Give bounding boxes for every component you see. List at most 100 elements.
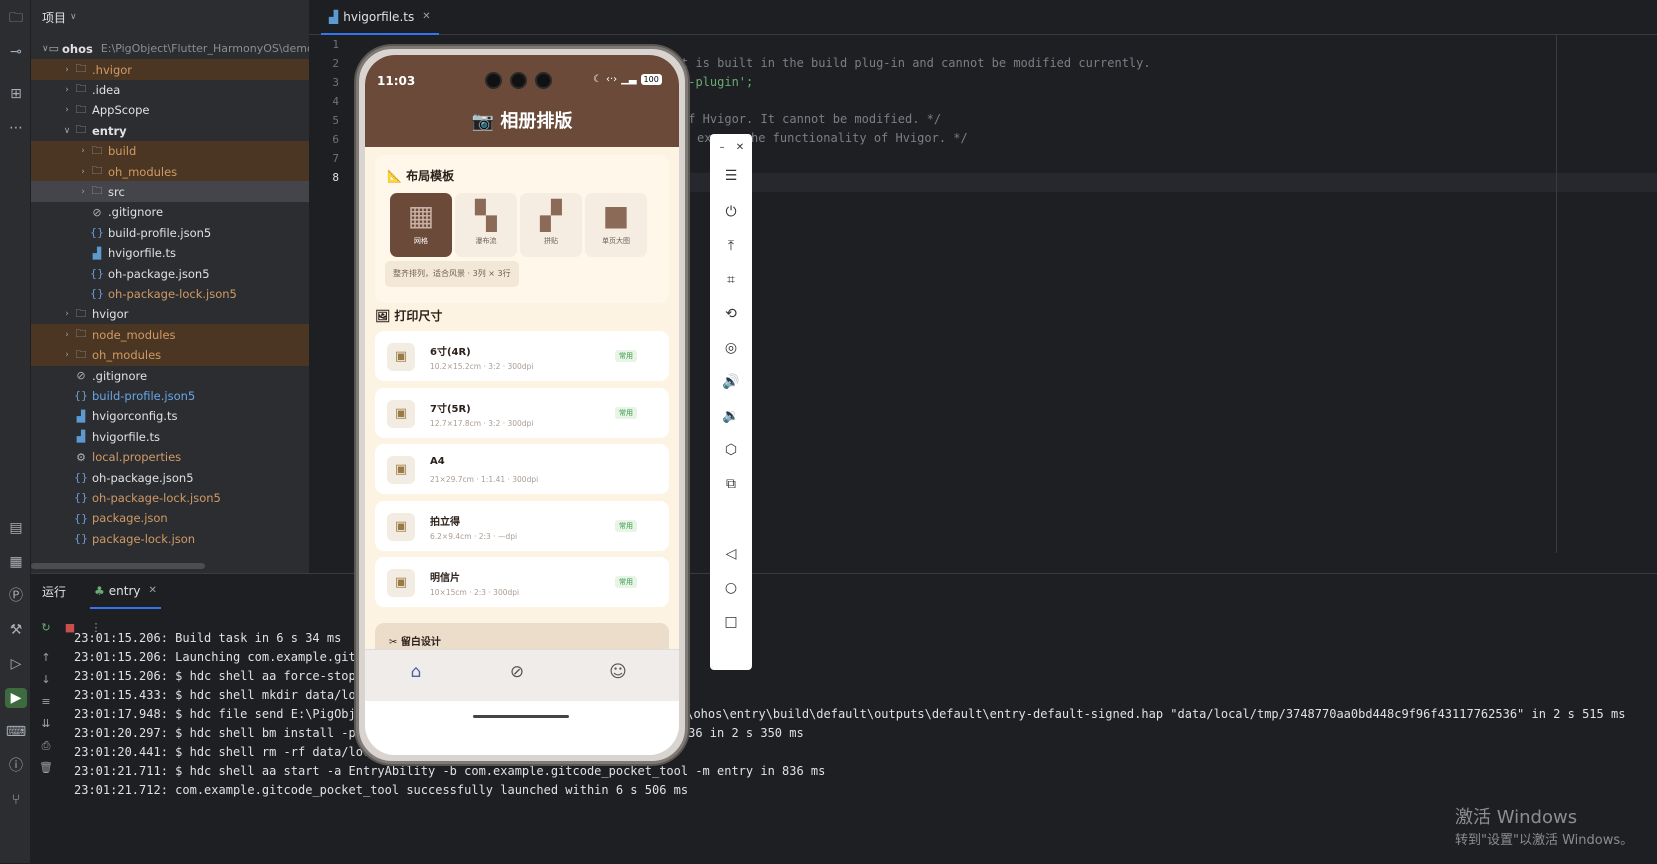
tab-entry[interactable]: ♣ entry ✕ <box>90 574 161 609</box>
chevron-right-icon[interactable]: › <box>61 309 73 319</box>
tree-item[interactable]: › 🗀 build <box>31 140 309 162</box>
back-icon[interactable]: ◁ <box>721 544 741 564</box>
tree-item[interactable]: ▟ hvigorfile.ts <box>31 243 309 264</box>
git-branch-icon[interactable]: ⑂ <box>5 790 27 810</box>
commit-icon[interactable]: ⊸ <box>5 42 27 62</box>
tree-item[interactable]: › 🗀 .hvigor <box>31 59 309 80</box>
tree-item[interactable]: {} oh-package-lock.json5 <box>31 487 309 508</box>
crop-icon[interactable]: ⌗ <box>721 270 741 290</box>
camera-icon <box>535 72 552 89</box>
structure-icon[interactable]: ⊞ <box>5 84 27 104</box>
notes-icon[interactable]: ▤ <box>5 518 27 538</box>
project-header[interactable]: 项目 ∨ <box>31 0 309 34</box>
layout-icon[interactable]: ▦ <box>5 552 27 572</box>
home-icon[interactable]: ⌂ <box>406 662 426 682</box>
chevron-right-icon[interactable]: › <box>61 105 73 115</box>
more-icon[interactable]: ⋯ <box>5 118 27 138</box>
tree-item[interactable]: › 🗀 AppScope <box>31 100 309 121</box>
print-size-item[interactable]: ▣ A4 21×29.7cm · 1:1.41 · 300dpi <box>375 444 669 494</box>
code-line[interactable]: he functionality of Hvigor. */ <box>751 131 968 145</box>
tab-hvigorfile[interactable]: ▟ hvigorfile.ts ✕ <box>321 0 439 35</box>
tree-item[interactable]: ∨ 🗀 entry <box>31 120 309 141</box>
tree-item[interactable]: ⊘ .gitignore <box>31 202 309 223</box>
project-folder-icon[interactable]: 🗀 <box>5 8 27 28</box>
print-size-item[interactable]: ▣ 明信片 10×15cm · 2:3 · 300dpi 常用 <box>375 557 669 607</box>
profiler-icon[interactable]: Ⓟ <box>5 586 27 606</box>
tree-item-label: package-lock.json <box>92 531 196 546</box>
chevron-right-icon[interactable]: › <box>77 146 89 156</box>
upload-icon[interactable]: ⤒ <box>721 236 741 256</box>
tree-item[interactable]: {} package.json <box>31 508 309 529</box>
template-collage[interactable]: ▞ 拼贴 <box>520 193 582 257</box>
chevron-down-icon[interactable]: ∨ <box>61 126 73 136</box>
tree-item[interactable]: › 🗀 oh_modules <box>31 161 309 182</box>
tree-item[interactable]: {} oh-package.json5 <box>31 467 309 488</box>
soft-wrap-icon[interactable]: ≡ <box>39 695 53 709</box>
tree-item-label: hvigor <box>92 307 129 322</box>
chevron-right-icon[interactable]: › <box>61 350 73 360</box>
tree-item[interactable]: {} build-profile.json5 <box>31 385 309 406</box>
tree-item[interactable]: ▟ hvigorconfig.ts <box>31 406 309 427</box>
code-line[interactable]: of Hvigor. It cannot be modified. */ <box>681 112 941 126</box>
home-button-icon[interactable]: ○ <box>721 578 741 598</box>
terminal-icon[interactable]: ⌨ <box>5 722 27 742</box>
scroll-down-icon[interactable]: ↓ <box>39 673 53 687</box>
print-icon[interactable]: ⎙ <box>39 739 53 753</box>
close-icon[interactable]: ✕ <box>730 138 750 158</box>
close-icon[interactable]: ✕ <box>149 585 157 596</box>
tree-item[interactable]: {} oh-package.json5 <box>31 263 309 284</box>
shake-icon[interactable]: ⬡ <box>721 440 741 460</box>
tree-item[interactable]: › 🗀 hvigor <box>31 304 309 325</box>
module-icon: ♣ <box>94 583 105 598</box>
print-size-item[interactable]: ▣ 7寸(5R) 12.7×17.8cm · 3:2 · 300dpi 常用 <box>375 387 669 438</box>
tree-item[interactable]: {} build-profile.json5 <box>31 222 309 243</box>
print-size-name: 拍立得 <box>430 516 460 528</box>
recents-icon[interactable]: □ <box>721 612 741 632</box>
chevron-right-icon[interactable]: › <box>61 330 73 340</box>
single-page-icon: ■ <box>602 199 630 232</box>
multi-device-icon[interactable]: ⧉ <box>721 474 741 494</box>
minimize-icon[interactable]: – <box>712 138 732 158</box>
tree-item[interactable]: ⊘ .gitignore <box>31 365 309 386</box>
print-size-item[interactable]: ▣ 拍立得 6.2×9.4cm · 2:3 · —dpi 常用 <box>375 500 669 551</box>
horizontal-scrollbar[interactable] <box>31 563 205 569</box>
tree-item[interactable]: › 🗀 .idea <box>31 79 309 100</box>
close-icon[interactable]: ✕ <box>422 11 430 22</box>
code-line[interactable]: s-plugin'; <box>681 75 753 89</box>
tree-item[interactable]: › 🗀 src <box>31 181 309 203</box>
scroll-up-icon[interactable]: ↑ <box>39 651 53 665</box>
chevron-right-icon[interactable]: › <box>61 65 73 75</box>
rerun-icon[interactable]: ↻ <box>39 621 53 635</box>
scroll-to-end-icon[interactable]: ⇊ <box>39 717 53 731</box>
run-icon[interactable]: ▶ <box>5 688 27 708</box>
volume-down-icon[interactable]: 🔉 <box>721 406 741 426</box>
tree-root[interactable]: ∨ ▭ ohos E:\PigObject\Flutter_HarmonyOS\… <box>31 38 309 59</box>
code-line[interactable]: t is built in the build plug-in and cann… <box>681 56 1151 70</box>
home-indicator[interactable] <box>473 715 569 718</box>
rotate-icon[interactable]: ⟲ <box>721 304 741 324</box>
chevron-right-icon[interactable]: › <box>77 167 89 177</box>
tree-item[interactable]: ▟ hvigorfile.ts <box>31 426 309 447</box>
services-icon[interactable]: ▷ <box>5 654 27 674</box>
tree-item[interactable]: {} package-lock.json <box>31 528 309 549</box>
print-size-item[interactable]: ▣ 6寸(4R) 10.2×15.2cm · 3:2 · 300dpi 常用 <box>375 331 669 381</box>
tree-item[interactable]: {} oh-package-lock.json5 <box>31 283 309 304</box>
location-icon[interactable]: ◎ <box>721 338 741 358</box>
volume-up-icon[interactable]: 🔊 <box>721 372 741 392</box>
template-grid[interactable]: ▦ 网格 <box>390 193 452 257</box>
template-single[interactable]: ■ 单页大图 <box>585 193 647 257</box>
chevron-right-icon[interactable]: › <box>61 85 73 95</box>
template-waterfall[interactable]: ▚ 瀑布流 <box>455 193 517 257</box>
tree-item[interactable]: ⚙ local.properties <box>31 447 309 468</box>
tree-item[interactable]: › 🗀 node_modules <box>31 324 309 346</box>
tree-item[interactable]: › 🗀 oh_modules <box>31 344 309 366</box>
problems-icon[interactable]: ⓘ <box>5 756 27 776</box>
compass-icon[interactable]: ⊘ <box>507 662 527 682</box>
person-icon[interactable]: ☺ <box>608 662 628 682</box>
chevron-right-icon[interactable]: › <box>77 187 89 197</box>
tree-root-path: E:\PigObject\Flutter_HarmonyOS\demo\g <box>100 42 309 55</box>
trash-icon[interactable]: 🗑 <box>39 761 53 775</box>
build-icon[interactable]: ⚒ <box>5 620 27 640</box>
power-icon[interactable]: ⏻ <box>721 202 741 222</box>
menu-icon[interactable]: ☰ <box>721 166 741 186</box>
